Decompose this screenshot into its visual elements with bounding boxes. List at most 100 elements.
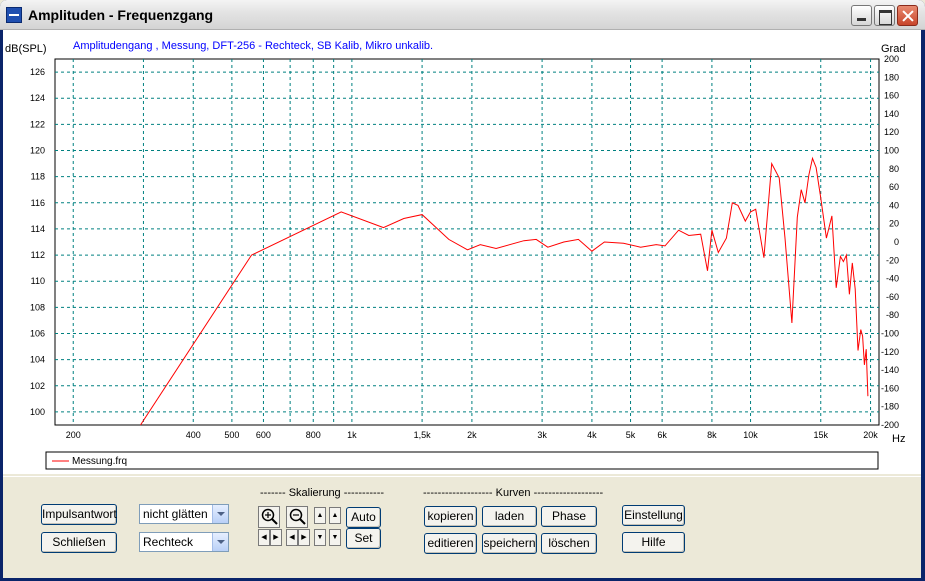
y2-tick-label: 60	[889, 182, 899, 192]
y2-tick-label: 40	[889, 200, 899, 210]
y2-axis-label: Grad	[881, 43, 905, 55]
maximize-button[interactable]	[874, 5, 895, 26]
x-tick-label: 3k	[537, 430, 547, 440]
x-tick-label: 10k	[743, 430, 758, 440]
y-tick-label: 114	[31, 224, 45, 234]
scaling-group-label: ------- Skalierung -----------	[260, 487, 385, 499]
y-tick-label: 124	[30, 93, 45, 103]
y2-tick-label: -140	[881, 365, 899, 375]
y-tick-label: 126	[30, 67, 45, 77]
zoom-in-button[interactable]	[258, 506, 280, 528]
y-tick-label: 108	[30, 302, 45, 312]
set-scale-button[interactable]: Set	[346, 528, 381, 549]
y-tick-label: 100	[30, 407, 45, 417]
y-tick-label: 110	[31, 276, 45, 286]
chart-panel: 100 102 104 106 108 110 112 114 116 118 120 122 124 1…	[3, 30, 921, 474]
scroll-up-2-button[interactable]: ▲	[329, 507, 341, 524]
minimize-button[interactable]	[851, 5, 872, 26]
x-tick-label: 1k	[347, 430, 357, 440]
x-unit-label: Hz	[892, 433, 905, 445]
y2-tick-label: 200	[884, 54, 899, 64]
chart-title: Amplitudengang , Messung, DFT-256 - Rech…	[73, 40, 433, 52]
y2-tick-label: 20	[889, 219, 899, 229]
zoom-in-icon	[261, 508, 278, 525]
y2-axis-ticks: -200-180-160-140-120-100-80-60-40-200204…	[881, 54, 899, 430]
y2-tick-label: -40	[886, 274, 899, 284]
x-tick-label: 2k	[467, 430, 477, 440]
smoothing-select-value: nicht glätten	[143, 507, 208, 521]
y2-tick-label: -120	[881, 347, 899, 357]
window-title: Amplituden - Frequenzgang	[28, 7, 214, 23]
legend-box	[45, 451, 879, 470]
y2-tick-label: 80	[889, 164, 899, 174]
x-tick-label: 6k	[657, 430, 667, 440]
y-tick-label: 120	[30, 146, 45, 156]
y2-tick-label: -160	[881, 383, 899, 393]
phase-button[interactable]: Phase	[541, 506, 597, 527]
app-icon	[6, 7, 22, 23]
x-tick-label: 600	[256, 430, 271, 440]
x-tick-label: 800	[306, 430, 321, 440]
x-tick-label: 5k	[626, 430, 636, 440]
x-tick-label: 1,5k	[414, 430, 432, 440]
delete-button[interactable]: löschen	[541, 533, 597, 554]
x-tick-label: 15k	[813, 430, 828, 440]
y2-tick-label: 160	[884, 91, 899, 101]
close-window-button[interactable]	[897, 5, 918, 26]
settings-button[interactable]: Einstellung	[622, 505, 685, 526]
y-axis-ticks: 100 102 104 106 108 110 112 114 116 118 120 122 124 1…	[30, 67, 45, 417]
y2-tick-label: -20	[886, 255, 899, 265]
client-area: 100 102 104 106 108 110 112 114 116 118 120 122 124 1…	[3, 30, 921, 578]
frequency-response-chart: 100 102 104 106 108 110 112 114 116 118 120 122 124 1…	[5, 40, 905, 470]
y-tick-label: 112	[31, 250, 45, 260]
y2-tick-label: -200	[881, 420, 899, 430]
y2-tick-label: -180	[881, 402, 899, 412]
scroll-up-button[interactable]: ▲	[314, 507, 326, 524]
y2-tick-label: -80	[886, 310, 899, 320]
x-axis-ticks: 200 400 500 600 800 1k 1,5k 2k 3k 4k 5k 6k 8k 10k 15k 2…	[66, 430, 879, 440]
title-bar[interactable]: Amplituden - Frequenzgang	[0, 0, 925, 30]
save-button[interactable]: speichern	[482, 533, 537, 554]
plot-frame	[54, 58, 880, 426]
y2-tick-label: 120	[884, 127, 899, 137]
scroll-down-button[interactable]: ▼	[314, 529, 326, 546]
chevron-down-icon	[212, 505, 228, 523]
scroll-right-2-button[interactable]: ▶	[298, 529, 310, 546]
x-tick-label: 4k	[587, 430, 597, 440]
window-function-select[interactable]: Rechteck	[139, 532, 229, 552]
y2-tick-label: -60	[886, 292, 899, 302]
y2-tick-label: -100	[881, 329, 899, 339]
series-line	[140, 156, 869, 426]
smoothing-select[interactable]: nicht glätten	[139, 504, 229, 524]
scroll-left-button[interactable]: ◀	[258, 529, 270, 546]
x-tick-label: 200	[66, 430, 81, 440]
curves-group-label: ------------------- Kurven -------------…	[423, 487, 604, 499]
y-tick-label: 104	[30, 355, 45, 365]
edit-button[interactable]: editieren	[424, 533, 477, 554]
zoom-out-icon	[289, 508, 306, 525]
y-tick-label: 102	[30, 381, 45, 391]
y2-tick-label: 180	[884, 72, 899, 82]
impulse-response-button[interactable]: Impulsantwort	[41, 504, 117, 525]
copy-button[interactable]: kopieren	[424, 506, 477, 527]
y-tick-label: 122	[30, 119, 45, 129]
y-tick-label: 106	[30, 329, 45, 339]
y-tick-label: 118	[31, 172, 45, 182]
y2-tick-label: 100	[884, 146, 899, 156]
x-tick-label: 20k	[863, 430, 878, 440]
scroll-down-2-button[interactable]: ▼	[329, 529, 341, 546]
help-button[interactable]: Hilfe	[622, 532, 685, 553]
close-button[interactable]: Schließen	[41, 532, 117, 553]
grid	[54, 58, 880, 426]
load-button[interactable]: laden	[482, 506, 537, 527]
app-window: Amplituden - Frequenzgang 100 102 104 106 10…	[0, 0, 925, 581]
scroll-left-2-button[interactable]: ◀	[286, 529, 298, 546]
legend-entry: Messung.frq	[72, 456, 127, 467]
zoom-out-button[interactable]	[286, 506, 308, 528]
x-tick-label: 8k	[707, 430, 717, 440]
y-tick-label: 116	[31, 198, 45, 208]
scroll-right-button[interactable]: ▶	[270, 529, 282, 546]
control-panel: Impulsantwort Schließen nicht glätten Re…	[3, 476, 921, 578]
auto-scale-button[interactable]: Auto	[346, 507, 381, 528]
y-axis-label: dB(SPL)	[5, 43, 47, 55]
